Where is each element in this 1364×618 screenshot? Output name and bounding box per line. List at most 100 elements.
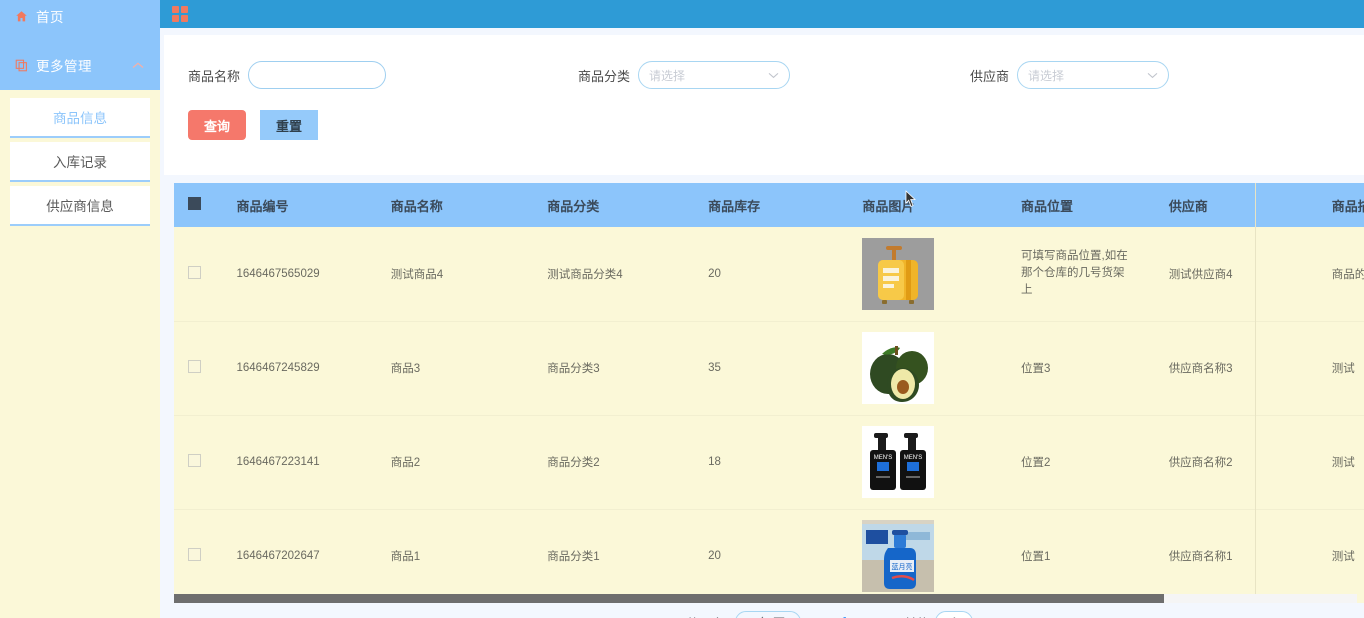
row-checkbox-cell[interactable] (174, 415, 223, 510)
table-row[interactable]: 1646467202647 商品1 商品分类1 20 蓝月亮 位置1 供应商名称… (174, 509, 1364, 603)
filter-buttons: 查询 重置 (188, 110, 1364, 140)
page-jump: 前往 页 (904, 611, 992, 618)
chevron-down-icon (1147, 66, 1158, 84)
content: 商品名称 商品分类 请选择 供应商 请选择 查询 重置 商品编号 商品名称 商品… (160, 28, 1364, 618)
supplier-select[interactable]: 请选择 (1017, 61, 1170, 89)
cell-category: 商品分类1 (533, 509, 695, 603)
cell-desc: 测试 (1317, 415, 1364, 510)
th-location[interactable]: 商品位置 (1007, 183, 1155, 227)
table-row[interactable]: 1646467223141 商品2 商品分类2 18 MEN'S MEN'S 位… (174, 415, 1364, 510)
th-desc[interactable]: 商品描 (1317, 183, 1364, 227)
th-supplier[interactable]: 供应商 (1154, 183, 1318, 227)
cell-image (848, 321, 1008, 416)
grid-icon[interactable] (172, 6, 188, 22)
cell-location: 位置2 (1007, 415, 1155, 510)
sidebar-item-product-info[interactable]: 商品信息 (10, 98, 150, 136)
product-category-select[interactable]: 请选择 (638, 61, 791, 89)
reset-button[interactable]: 重置 (260, 110, 319, 140)
cell-stock: 20 (694, 227, 849, 322)
cell-name: 商品3 (376, 321, 534, 416)
sidebar-item-supplier-info-label: 供应商信息 (46, 199, 114, 214)
cell-location-text: 可填写商品位置,如在那个仓库的几号货架上 (1021, 250, 1128, 297)
home-icon (14, 9, 28, 23)
detergent-image: 蓝月亮 (862, 520, 1007, 592)
sidebar-filler (0, 240, 160, 618)
sidebar-item-supplier-info[interactable]: 供应商信息 (10, 186, 150, 224)
field-supplier: 供应商 请选择 (970, 61, 1170, 89)
horizontal-scrollbar[interactable] (174, 594, 1357, 603)
pagination-total: 共 4 条 (686, 613, 725, 618)
chevron-up-icon (132, 58, 144, 73)
cell-supplier: 供应商名称1 (1154, 509, 1318, 603)
table-body: 1646467565029 测试商品4 测试商品分类4 20 可填写商品位置,如… (174, 227, 1364, 603)
sidebar-submenu: 商品信息 入库记录 供应商信息 (0, 90, 160, 240)
select-all-checkbox[interactable] (188, 197, 201, 210)
cell-image: MEN'S MEN'S (848, 415, 1008, 510)
sidebar-item-stock-records[interactable]: 入库记录 (10, 142, 150, 180)
cell-stock: 35 (694, 321, 849, 416)
cell-supplier: 供应商名称2 (1154, 415, 1318, 510)
horizontal-scrollbar-thumb[interactable] (174, 594, 1164, 603)
cell-category: 商品分类3 (533, 321, 695, 416)
topbar: 采购员1 (160, 0, 1364, 28)
svg-text:MEN'S: MEN'S (904, 455, 922, 461)
row-checkbox-cell[interactable] (174, 509, 223, 603)
sidebar-item-home[interactable]: 首页 (0, 2, 160, 30)
filter-card: 商品名称 商品分类 请选择 供应商 请选择 查询 重置 (164, 35, 1364, 175)
cell-location: 位置1 (1007, 509, 1155, 603)
cell-supplier: 测试供应商4 (1154, 227, 1318, 322)
sidebar-item-more-management[interactable]: 更多管理 (0, 50, 160, 80)
pagination: 共 4 条 7条/页 ‹ 1 › 前往 页 (160, 607, 1364, 618)
product-table: 商品编号 商品名称 商品分类 商品库存 商品图片 商品位置 供应商 商品描 操作 (174, 183, 1364, 603)
product-table-grid: 商品编号 商品名称 商品分类 商品库存 商品图片 商品位置 供应商 商品描 操作 (174, 183, 1364, 603)
cell-code: 1646467202647 (222, 509, 377, 603)
operations-column-divider (1255, 183, 1256, 603)
svg-text:蓝月亮: 蓝月亮 (892, 562, 913, 571)
shampoo-bottles-image: MEN'S MEN'S (862, 426, 1007, 498)
product-category-label: 商品分类 (578, 68, 631, 84)
th-image[interactable]: 商品图片 (848, 183, 1008, 227)
table-row[interactable]: 1646467565029 测试商品4 测试商品分类4 20 可填写商品位置,如… (174, 227, 1364, 322)
avocado-image (862, 332, 1007, 404)
sidebar-item-home-label: 首页 (36, 10, 64, 25)
supplier-label: 供应商 (970, 68, 1010, 84)
copy-icon (14, 58, 28, 72)
cell-image: 蓝月亮 (848, 509, 1008, 603)
cell-desc: 商品的详 (1317, 227, 1364, 322)
cell-supplier: 供应商名称3 (1154, 321, 1318, 416)
row-checkbox[interactable] (188, 454, 201, 467)
th-code[interactable]: 商品编号 (222, 183, 377, 227)
page-size-select[interactable]: 7条/页 (735, 611, 802, 618)
page-jump-prefix: 前往 (904, 613, 929, 618)
supplier-placeholder: 请选择 (1028, 68, 1065, 83)
cell-location: 位置3 (1007, 321, 1155, 416)
suitcase-image (862, 237, 1007, 310)
sidebar-item-product-info-label: 商品信息 (53, 111, 107, 126)
row-checkbox-cell[interactable] (174, 227, 223, 322)
row-checkbox-cell[interactable] (174, 321, 223, 416)
cell-name: 测试商品4 (376, 227, 534, 322)
cell-category: 测试商品分类4 (533, 227, 695, 322)
table-row[interactable]: 1646467245829 商品3 商品分类3 35 位置3 供应商名称3 测试 (174, 321, 1364, 416)
th-name[interactable]: 商品名称 (376, 183, 534, 227)
row-checkbox[interactable] (188, 265, 201, 279)
row-checkbox[interactable] (188, 360, 201, 373)
cell-name: 商品2 (376, 415, 534, 510)
th-category[interactable]: 商品分类 (533, 183, 695, 227)
cell-stock: 20 (694, 509, 849, 603)
product-name-input[interactable] (248, 61, 387, 89)
th-select-all[interactable] (174, 183, 223, 227)
cell-name: 商品1 (376, 509, 534, 603)
cell-code: 1646467223141 (222, 415, 377, 510)
row-checkbox[interactable] (188, 548, 201, 561)
main-area: 采购员1 商品名称 商品分类 请选择 (160, 0, 1364, 618)
th-stock[interactable]: 商品库存 (694, 183, 849, 227)
app-root: 首页 更多管理 商品信息 入库记录 供应商信息 商品名称 商品分类 请选择 供应… (0, 0, 1364, 618)
field-product-name: 商品名称 (188, 61, 387, 89)
page-jump-suffix: 页 (979, 613, 992, 618)
page-jump-input[interactable] (935, 611, 974, 618)
table-header-row: 商品编号 商品名称 商品分类 商品库存 商品图片 商品位置 供应商 商品描 操作 (174, 183, 1364, 227)
cell-image (848, 227, 1008, 322)
cell-stock: 18 (694, 415, 849, 510)
query-button[interactable]: 查询 (188, 110, 247, 140)
